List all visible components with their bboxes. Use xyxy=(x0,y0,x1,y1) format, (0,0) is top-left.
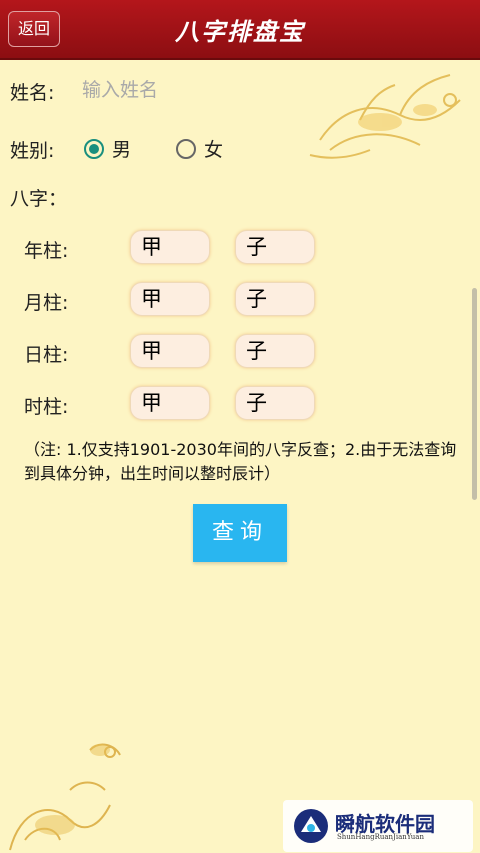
watermark-logo-icon xyxy=(294,809,328,843)
gender-male-radio[interactable]: 男 xyxy=(84,135,131,162)
day-stem-selector[interactable]: 甲 xyxy=(130,334,210,368)
name-label: 姓名: xyxy=(10,82,55,104)
note-text: （注: 1.仅支持1901-2030年间的八字反查；2.由于无法查询到具体分钟，… xyxy=(24,440,457,483)
hour-branch-selector[interactable]: 子 xyxy=(235,386,315,420)
name-input[interactable] xyxy=(80,74,304,106)
year-stem-selector[interactable]: 甲 xyxy=(130,230,210,264)
gender-label: 姓别: xyxy=(10,140,55,162)
gender-male-label: 男 xyxy=(112,139,132,161)
radio-checked-icon xyxy=(84,138,104,159)
query-button[interactable]: 查询 xyxy=(193,504,287,562)
gender-female-radio[interactable]: 女 xyxy=(176,135,223,162)
bazi-label: 八字： xyxy=(10,188,68,210)
form-content: 姓名: 姓别: 男 女 八字： 年柱: 甲 子 月柱: 甲 子 日柱: 甲 子 … xyxy=(0,60,480,853)
radio-unchecked-icon xyxy=(176,138,196,159)
page-title: 八字排盘宝 xyxy=(175,17,305,46)
month-stem-selector[interactable]: 甲 xyxy=(130,282,210,316)
watermark-subtext: ShunHangRuanJianYuan xyxy=(337,833,424,841)
pillar-label-month: 月柱: xyxy=(24,292,69,314)
day-branch-selector[interactable]: 子 xyxy=(235,334,315,368)
pillar-label-year: 年柱: xyxy=(24,240,69,262)
scrollbar[interactable] xyxy=(472,288,477,500)
header-bar: 返回 八字排盘宝 xyxy=(0,0,480,60)
hour-stem-selector[interactable]: 甲 xyxy=(130,386,210,420)
pillar-label-hour: 时柱: xyxy=(24,396,69,418)
month-branch-selector[interactable]: 子 xyxy=(235,282,315,316)
year-branch-selector[interactable]: 子 xyxy=(235,230,315,264)
pillar-label-day: 日柱: xyxy=(24,344,69,366)
gender-female-label: 女 xyxy=(204,139,224,161)
watermark: 瞬航软件园 ShunHangRuanJianYuan xyxy=(283,800,473,852)
